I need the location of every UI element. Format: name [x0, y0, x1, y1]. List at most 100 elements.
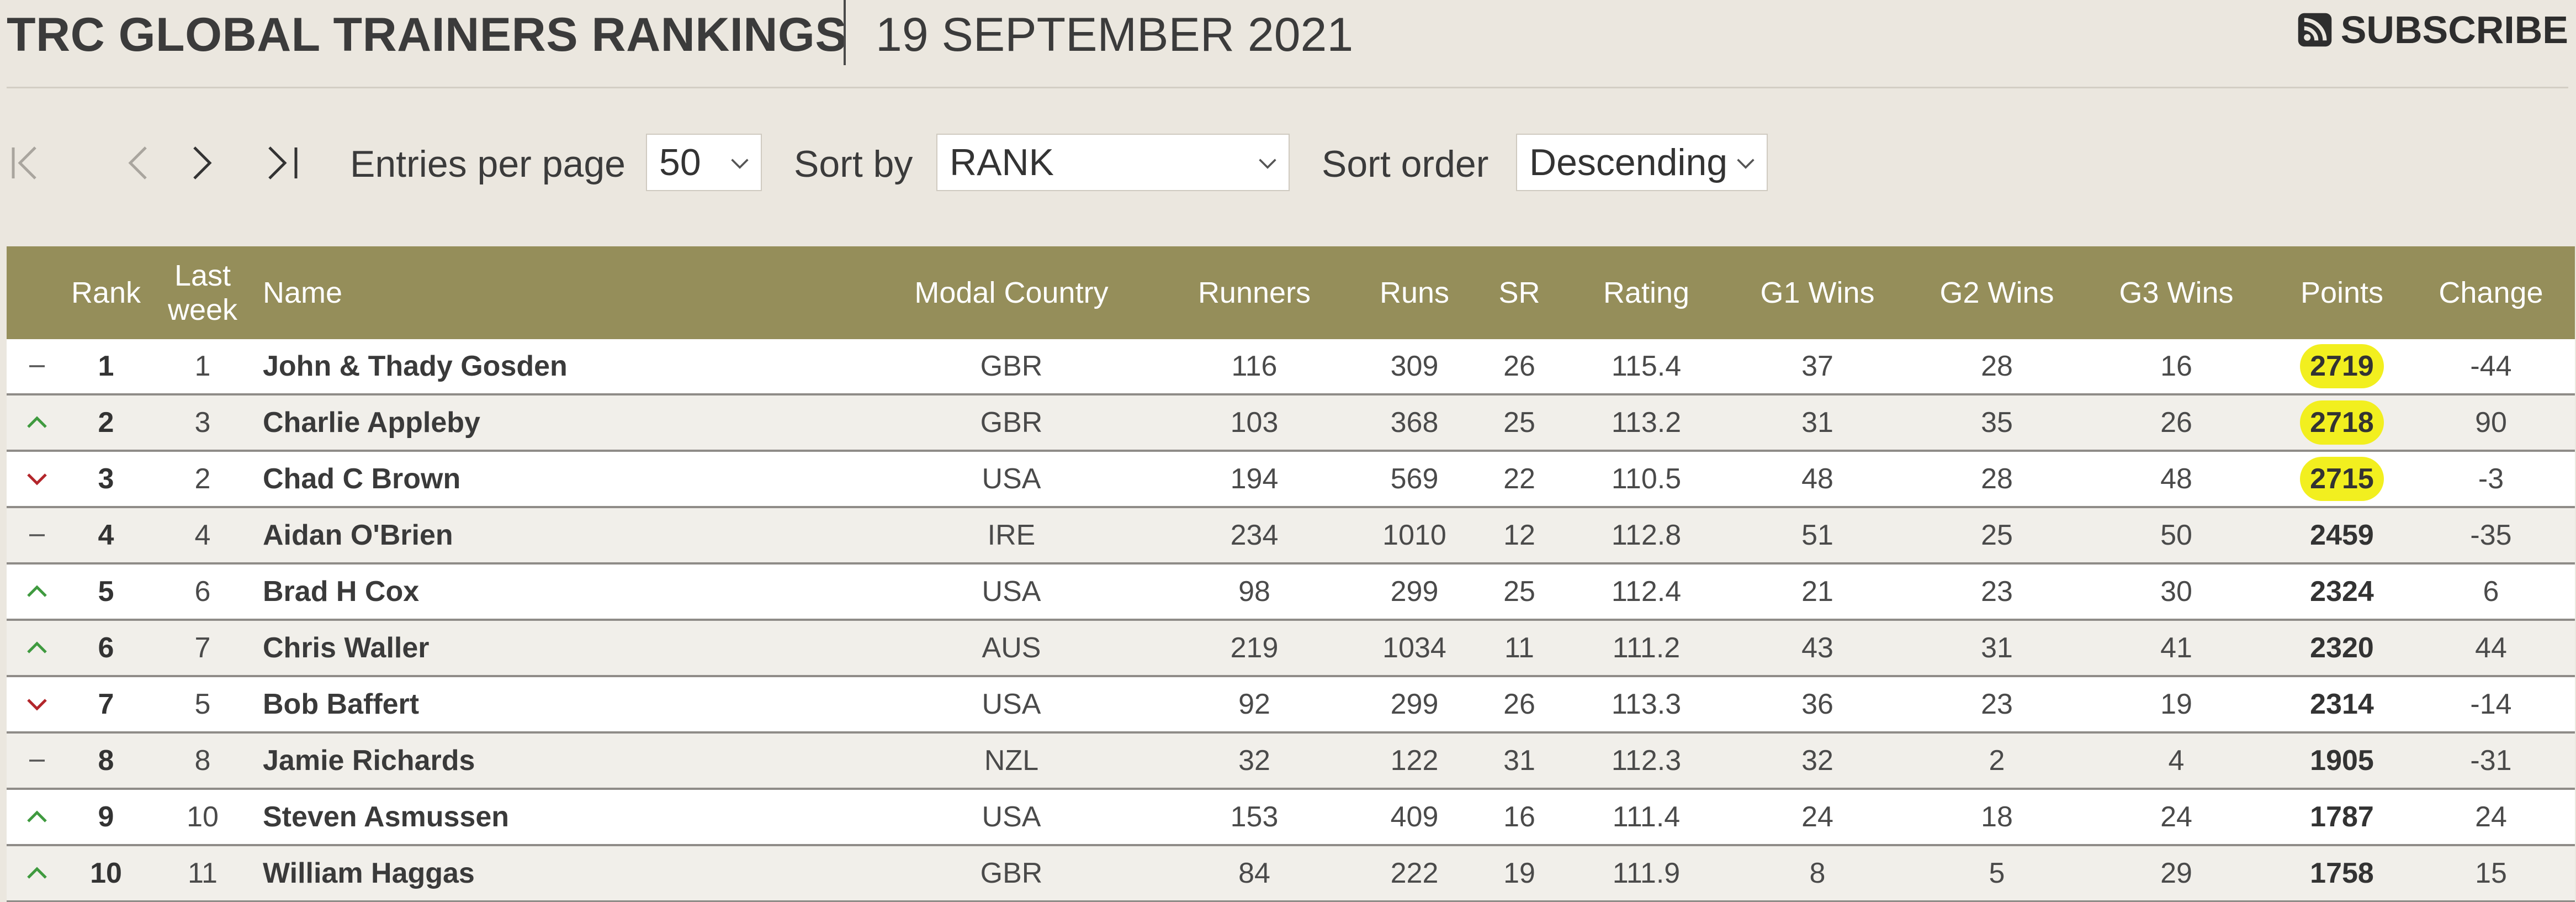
header-last-week-line2: week	[167, 293, 238, 326]
header-sr[interactable]: SR	[1475, 246, 1563, 339]
rank-cell: 9	[98, 801, 114, 833]
table-row[interactable]: 9 10 Steven Asmussen USA 153 409 16 111.…	[7, 790, 2575, 846]
g2-wins-cell: 31	[1981, 632, 2013, 664]
next-page-icon[interactable]	[179, 141, 223, 185]
sr-cell: 22	[1503, 463, 1535, 495]
change-cell: -35	[2470, 519, 2512, 551]
trend-up-icon	[27, 585, 47, 597]
header-rating[interactable]: Rating	[1563, 246, 1729, 339]
rank-cell: 5	[98, 576, 114, 608]
country-cell: USA	[982, 801, 1041, 833]
rank-cell: 8	[98, 745, 114, 777]
g2-wins-cell: 23	[1981, 688, 2013, 720]
trainer-name-link[interactable]: Bob Baffert	[263, 677, 815, 731]
entries-per-page-label: Entries per page	[350, 143, 626, 185]
points-cell: 1758	[2265, 846, 2419, 900]
table-row[interactable]: 3 2 Chad C Brown USA 194 569 22 110.5 48…	[7, 452, 2575, 508]
header-rank[interactable]: Rank	[67, 246, 145, 339]
last-week-cell: 2	[194, 463, 211, 495]
points-value: 2715	[2300, 457, 2384, 501]
header-points[interactable]: Points	[2265, 246, 2419, 339]
trend-cell	[7, 677, 67, 731]
country-cell: GBR	[980, 407, 1043, 439]
trainer-name-link[interactable]: Steven Asmussen	[263, 790, 815, 844]
runners-cell: 153	[1230, 801, 1279, 833]
first-page-icon[interactable]	[7, 141, 51, 185]
runners-cell: 84	[1238, 857, 1270, 889]
g1-wins-cell: 8	[1809, 857, 1826, 889]
page-header: TRC GLOBAL TRAINERS RANKINGS 19 SEPTEMBE…	[7, 0, 2568, 88]
sr-cell: 25	[1503, 576, 1535, 608]
trainer-name-link[interactable]: Charlie Appleby	[263, 395, 815, 450]
table-row[interactable]: 2 3 Charlie Appleby GBR 103 368 25 113.2…	[7, 395, 2575, 452]
prev-page-icon[interactable]	[117, 141, 161, 185]
g2-wins-cell: 25	[1981, 519, 2013, 551]
table-row[interactable]: 4 4 Aidan O'Brien IRE 234 1010 12 112.8 …	[7, 508, 2575, 565]
rating-cell: 115.4	[1611, 350, 1682, 382]
country-cell: GBR	[980, 350, 1043, 382]
g1-wins-cell: 37	[1801, 350, 1833, 382]
entries-per-page-select[interactable]: 50	[646, 134, 762, 191]
header-last-week[interactable]: Last week	[150, 246, 255, 339]
trainer-name-link[interactable]: William Haggas	[263, 846, 815, 900]
subscribe-button[interactable]: SUBSCRIBE	[2297, 8, 2568, 52]
trainer-name-link[interactable]: Chad C Brown	[263, 452, 815, 506]
sr-cell: 19	[1503, 857, 1535, 889]
header-name[interactable]: Name	[263, 246, 704, 339]
sr-cell: 26	[1503, 688, 1535, 720]
rank-cell: 7	[98, 688, 114, 720]
trend-unchanged-icon	[29, 365, 45, 367]
last-page-icon[interactable]	[261, 141, 305, 185]
table-row[interactable]: 6 7 Chris Waller AUS 219 1034 11 111.2 4…	[7, 621, 2575, 677]
change-cell: -44	[2470, 350, 2512, 382]
trend-cell	[7, 508, 67, 562]
points-cell: 2324	[2265, 565, 2419, 619]
rating-cell: 112.8	[1611, 519, 1682, 551]
sort-by-select[interactable]: RANK	[936, 134, 1290, 191]
sort-order-select[interactable]: Descending	[1516, 134, 1768, 191]
header-g1-wins[interactable]: G1 Wins	[1729, 246, 1906, 339]
change-cell: 6	[2483, 576, 2499, 608]
runs-cell: 222	[1390, 857, 1439, 889]
trainer-name-link[interactable]: John & Thady Gosden	[263, 339, 815, 393]
table-row[interactable]: 7 5 Bob Baffert USA 92 299 26 113.3 36 2…	[7, 677, 2575, 734]
table-toolbar: Entries per page 50 Sort by RANK Sort or…	[7, 133, 2568, 193]
last-week-cell: 11	[188, 857, 218, 889]
trainer-name-link[interactable]: Aidan O'Brien	[263, 508, 815, 562]
runners-cell: 194	[1230, 463, 1279, 495]
table-row[interactable]: 5 6 Brad H Cox USA 98 299 25 112.4 21 23…	[7, 565, 2575, 621]
country-cell: USA	[982, 576, 1041, 608]
g2-wins-cell: 23	[1981, 576, 2013, 608]
sr-cell: 25	[1503, 407, 1535, 439]
g2-wins-cell: 28	[1981, 463, 2013, 495]
runners-cell: 98	[1238, 576, 1270, 608]
header-change[interactable]: Change	[2419, 246, 2563, 339]
trend-unchanged-icon	[29, 534, 45, 536]
runs-cell: 368	[1390, 407, 1439, 439]
rankings-date: 19 SEPTEMBER 2021	[876, 8, 1354, 61]
runners-cell: 103	[1230, 407, 1279, 439]
table-row[interactable]: 1 1 John & Thady Gosden GBR 116 309 26 1…	[7, 339, 2575, 395]
runs-cell: 309	[1390, 350, 1439, 382]
trainer-name-link[interactable]: Chris Waller	[263, 621, 815, 675]
rating-cell: 111.2	[1612, 632, 1681, 664]
table-row[interactable]: 8 8 Jamie Richards NZL 32 122 31 112.3 3…	[7, 734, 2575, 790]
header-runs[interactable]: Runs	[1354, 246, 1475, 339]
points-value: 2320	[2310, 632, 2374, 664]
table-row[interactable]: 10 11 William Haggas GBR 84 222 19 111.9…	[7, 846, 2575, 902]
g3-wins-cell: 16	[2160, 350, 2192, 382]
trainer-name-link[interactable]: Jamie Richards	[263, 734, 815, 788]
trainer-name-link[interactable]: Brad H Cox	[263, 565, 815, 619]
trend-down-icon	[27, 473, 47, 486]
rank-cell: 4	[98, 519, 114, 551]
header-g3-wins[interactable]: G3 Wins	[2088, 246, 2265, 339]
header-g2-wins[interactable]: G2 Wins	[1906, 246, 2088, 339]
chevron-down-icon	[1259, 159, 1276, 169]
runs-cell: 299	[1390, 576, 1439, 608]
header-runners[interactable]: Runners	[1155, 246, 1354, 339]
g2-wins-cell: 35	[1981, 407, 2013, 439]
runs-cell: 409	[1390, 801, 1439, 833]
header-modal-country[interactable]: Modal Country	[879, 246, 1144, 339]
runners-cell: 219	[1230, 632, 1279, 664]
points-value: 1905	[2310, 745, 2374, 777]
